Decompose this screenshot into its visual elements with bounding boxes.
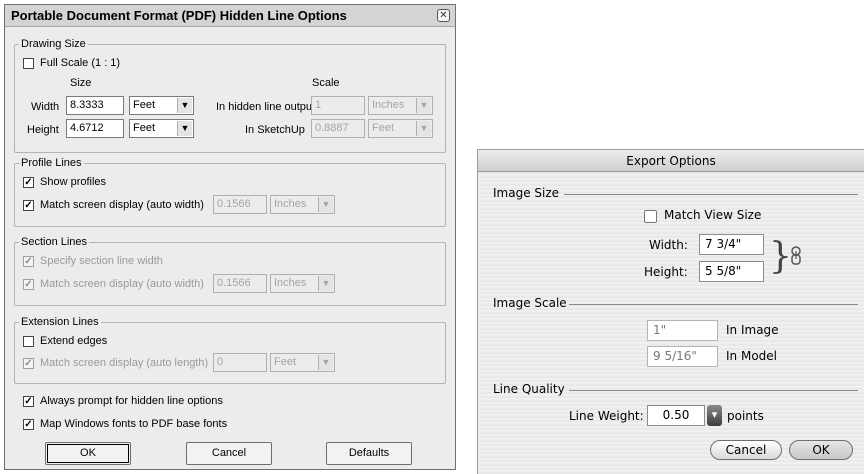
extension-length-unit-select: Feet ▼ xyxy=(270,353,335,372)
chevron-down-icon: ▼ xyxy=(177,98,192,113)
ok-button[interactable]: OK xyxy=(789,440,853,460)
always-prompt-label: Always prompt for hidden line options xyxy=(40,395,223,407)
section-match-label: Match screen display (auto width) xyxy=(40,278,204,290)
map-fonts-checkbox[interactable]: ✓ xyxy=(23,419,34,430)
extend-edges-checkbox[interactable] xyxy=(23,336,34,347)
match-view-size-label: Match View Size xyxy=(664,208,762,222)
section-width-input: 0.1566 xyxy=(213,274,267,293)
full-scale-checkbox[interactable] xyxy=(23,58,34,69)
cancel-button[interactable]: Cancel xyxy=(710,440,782,460)
image-size-heading: Image Size xyxy=(493,186,560,200)
map-fonts-label: Map Windows fonts to PDF base fonts xyxy=(40,418,228,430)
defaults-button[interactable]: Defaults xyxy=(326,442,412,465)
in-image-label: In Image xyxy=(726,323,779,337)
in-model-input[interactable]: 9 5/16" xyxy=(647,346,718,367)
specify-section-label: Specify section line width xyxy=(40,255,163,267)
height-input[interactable]: 4.6712 xyxy=(66,119,124,138)
line-weight-stepper[interactable]: ▾ xyxy=(707,405,722,426)
width-input[interactable]: 8.3333 xyxy=(66,96,124,115)
cancel-button[interactable]: Cancel xyxy=(186,442,272,465)
chevron-down-icon: ▾ xyxy=(711,408,718,421)
profile-lines-group: Profile Lines xyxy=(14,157,446,227)
pdf-options-dialog: Portable Document Format (PDF) Hidden Li… xyxy=(4,4,456,470)
hidden-output-unit-select: Inches ▼ xyxy=(368,96,433,115)
height-label: Height xyxy=(27,124,59,136)
line-weight-label: Line Weight: xyxy=(569,409,644,423)
chevron-down-icon: ▼ xyxy=(177,121,192,136)
chevron-down-icon: ▼ xyxy=(318,355,333,370)
width-unit-select[interactable]: Feet ▼ xyxy=(129,96,194,115)
height-label: Height: xyxy=(644,265,688,279)
section-match-checkbox: ✓ xyxy=(23,279,34,290)
height-input[interactable]: 5 5/8" xyxy=(699,261,764,282)
width-unit-value: Feet xyxy=(133,99,156,111)
sketchup-label: In SketchUp xyxy=(245,124,305,136)
close-icon[interactable]: ✕ xyxy=(437,9,450,22)
section-lines-legend: Section Lines xyxy=(21,236,88,248)
height-unit-select[interactable]: Feet ▼ xyxy=(129,119,194,138)
size-header: Size xyxy=(70,77,92,89)
sketchup-input: 0.8887 xyxy=(311,119,365,138)
section-divider xyxy=(564,194,858,195)
ok-button[interactable]: OK xyxy=(45,442,131,465)
show-profiles-checkbox[interactable]: ✓ xyxy=(23,177,34,188)
hidden-output-unit-value: Inches xyxy=(372,99,405,111)
show-profiles-label: Show profiles xyxy=(40,176,107,188)
extension-lines-group: Extension Lines xyxy=(14,316,446,384)
line-weight-unit: points xyxy=(727,409,764,423)
hidden-output-input: 1 xyxy=(311,96,365,115)
line-weight-input[interactable]: 0.50 xyxy=(647,405,705,426)
export-options-dialog: Export Options Image Size Match View Siz… xyxy=(477,149,864,474)
width-input[interactable]: 7 3/4" xyxy=(699,234,764,255)
profile-lines-legend: Profile Lines xyxy=(21,157,82,169)
dialog-title: Portable Document Format (PDF) Hidden Li… xyxy=(5,5,455,27)
profile-width-input: 0.1566 xyxy=(213,195,267,214)
line-quality-heading: Line Quality xyxy=(493,382,565,396)
extension-match-label: Match screen display (auto length) xyxy=(40,357,209,369)
section-divider xyxy=(569,304,858,305)
width-label: Width: xyxy=(649,238,688,252)
profile-match-checkbox[interactable]: ✓ xyxy=(23,200,34,211)
section-lines-group: Section Lines xyxy=(14,236,446,306)
hidden-output-label: In hidden line output xyxy=(216,101,316,113)
profile-width-unit-select: Inches ▼ xyxy=(270,195,335,214)
section-width-unit-value: Inches xyxy=(274,277,307,289)
extension-lines-legend: Extension Lines xyxy=(21,316,99,328)
match-view-size-checkbox[interactable] xyxy=(644,210,657,223)
extend-edges-label: Extend edges xyxy=(40,335,108,347)
height-unit-value: Feet xyxy=(133,122,156,134)
chevron-down-icon: ▼ xyxy=(416,121,431,136)
extension-length-input: 0 xyxy=(213,353,267,372)
always-prompt-checkbox[interactable]: ✓ xyxy=(23,396,34,407)
chevron-down-icon: ▼ xyxy=(318,276,333,291)
scale-header: Scale xyxy=(312,77,340,89)
section-divider xyxy=(569,390,858,391)
chevron-down-icon: ▼ xyxy=(416,98,431,113)
in-image-input[interactable]: 1" xyxy=(647,320,718,341)
image-scale-heading: Image Scale xyxy=(493,296,567,310)
extension-length-unit-value: Feet xyxy=(274,356,297,368)
profile-match-label: Match screen display (auto width) xyxy=(40,199,204,211)
drawing-size-legend: Drawing Size xyxy=(21,38,86,50)
in-model-label: In Model xyxy=(726,349,777,363)
lock-icon[interactable] xyxy=(790,246,802,269)
profile-width-unit-value: Inches xyxy=(274,198,307,210)
size-bracket: } xyxy=(769,236,792,277)
width-label: Width xyxy=(31,101,60,113)
sketchup-unit-select: Feet ▼ xyxy=(368,119,433,138)
dialog-title: Export Options xyxy=(478,150,864,172)
chevron-down-icon: ▼ xyxy=(318,197,333,212)
specify-section-checkbox: ✓ xyxy=(23,256,34,267)
extension-match-checkbox: ✓ xyxy=(23,358,34,369)
sketchup-unit-value: Feet xyxy=(372,122,395,134)
section-width-unit-select: Inches ▼ xyxy=(270,274,335,293)
full-scale-label: Full Scale (1 : 1) xyxy=(40,57,121,69)
